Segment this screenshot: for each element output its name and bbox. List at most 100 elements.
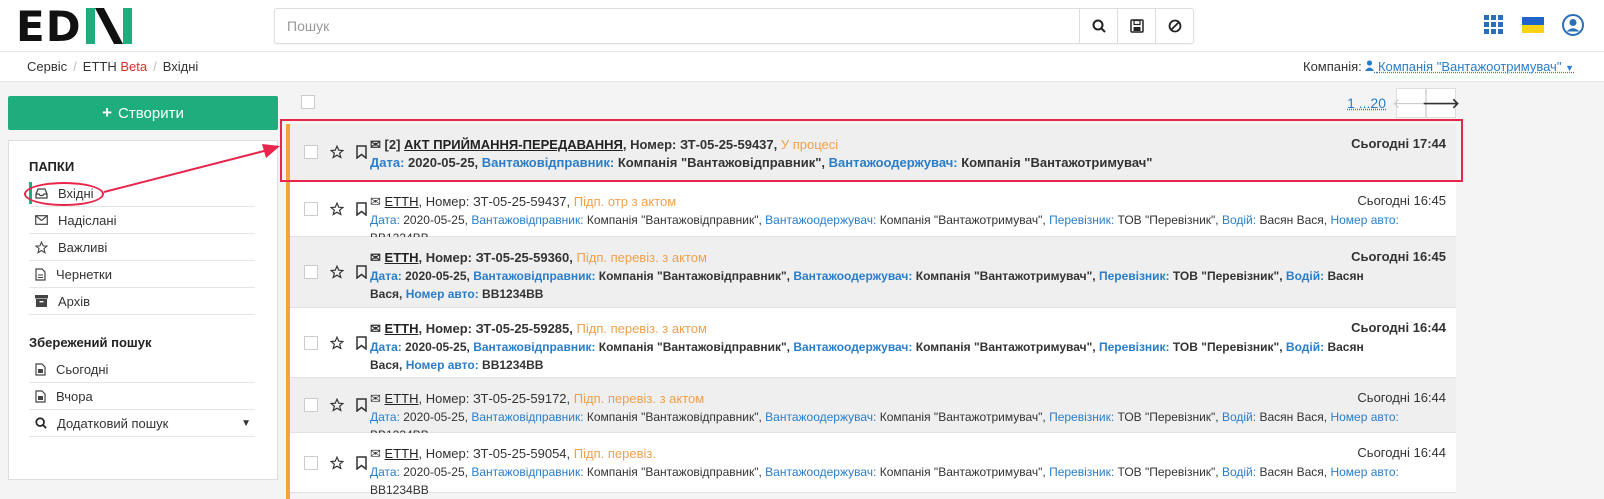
- saved-search-yesterday[interactable]: Вчора: [29, 383, 255, 410]
- envelope-open-icon: ✉: [370, 446, 381, 461]
- breadcrumb: Сервіс / ЕТТН Beta / Вхідні: [27, 59, 198, 74]
- bookmark-icon[interactable]: [356, 398, 367, 412]
- pagination: 1 ...20 🡐 🡒: [1347, 88, 1460, 118]
- sender-value: Компанія "Вантажовідправник",: [586, 410, 762, 424]
- car-label: Номер авто:: [1330, 465, 1399, 479]
- advanced-search[interactable]: Додатковий пошук ▼: [29, 410, 255, 437]
- document-number: ЗТ-05-25-59360,: [475, 250, 573, 265]
- folder-sent[interactable]: Надіслані: [29, 207, 255, 234]
- file-icon: [35, 267, 46, 281]
- inbox-icon: [35, 187, 48, 199]
- driver-value: Васян Вася,: [1259, 465, 1328, 479]
- envelope-icon: ✉: [370, 137, 381, 152]
- car-value: BB1234BB: [482, 287, 544, 301]
- table-row[interactable]: ✉ ЕТТН, Номер: ЗТ-05-25-59054, Підп. пер…: [290, 433, 1456, 497]
- logo[interactable]: ED: [16, 2, 132, 51]
- sender-value: Компанія "Вантажовідправник",: [598, 340, 790, 354]
- document-number: ЗТ-05-25-59437,: [472, 194, 571, 209]
- table-row[interactable]: ✉ ЕТТН, Номер: ЗТ-05-25-59360, Підп. пер…: [290, 237, 1456, 308]
- star-icon[interactable]: [330, 145, 344, 159]
- create-button[interactable]: + Створити: [8, 96, 278, 130]
- row-checkbox[interactable]: [304, 455, 318, 470]
- table-row[interactable]: ✉ ЕТТН, Номер: ЗТ-05-25-59172, Підп. пер…: [290, 378, 1456, 442]
- archive-icon: [35, 295, 48, 307]
- next-page-button[interactable]: 🡒: [1422, 88, 1460, 118]
- clear-search-button[interactable]: [1155, 9, 1193, 43]
- row-checkbox[interactable]: [304, 201, 318, 216]
- document-link[interactable]: АКТ ПРИЙМАННЯ-ПЕРЕДАВАННЯ: [404, 137, 623, 152]
- search-input[interactable]: [275, 9, 1079, 43]
- row-checkbox[interactable]: [304, 145, 318, 159]
- row-checkbox[interactable]: [304, 265, 318, 279]
- saved-search-today[interactable]: Сьогодні: [29, 356, 255, 383]
- row-controls: [304, 378, 367, 432]
- save-search-button[interactable]: [1117, 9, 1155, 43]
- bookmark-icon[interactable]: [356, 201, 367, 216]
- breadcrumb-service[interactable]: Сервіс: [27, 59, 67, 74]
- company-dropdown[interactable]: Компанія "Вантажоотримувач" ▼: [1365, 59, 1574, 74]
- sender-label: Вантажовідправник:: [473, 340, 596, 354]
- row-time: Сьогодні 16:44: [1357, 390, 1446, 405]
- row-checkbox[interactable]: [304, 398, 318, 412]
- document-link[interactable]: ЕТТН: [385, 250, 419, 265]
- folder-important[interactable]: Важливі: [29, 234, 255, 261]
- carrier-value: ТОВ "Перевізник",: [1117, 465, 1219, 479]
- search-button[interactable]: [1079, 9, 1117, 43]
- document-number: ЗТ-05-25-59054,: [472, 446, 571, 461]
- create-label: Створити: [118, 104, 184, 122]
- caret-down-icon[interactable]: ▼: [241, 418, 251, 429]
- star-icon[interactable]: [330, 201, 344, 216]
- envelope-icon: [35, 215, 48, 225]
- car-label: Номер авто:: [1330, 410, 1399, 424]
- star-icon[interactable]: [330, 335, 344, 350]
- document-link[interactable]: ЕТТН: [385, 446, 419, 461]
- receiver-value: Компанія "Вантажотримувач",: [915, 269, 1096, 283]
- folder-drafts[interactable]: Чернетки: [29, 261, 255, 288]
- breadcrumb-ettn[interactable]: ЕТТН Beta: [83, 59, 147, 74]
- table-row[interactable]: ✉ ЕТТН, Номер: ЗТ-05-25-59437, Підп. отр…: [290, 181, 1456, 245]
- company-name: Компанія "Вантажоотримувач": [1377, 59, 1562, 74]
- document-link[interactable]: ЕТТН: [385, 194, 419, 209]
- sender-value: Компанія "Вантажовідправник",: [586, 213, 762, 227]
- file-calendar-icon: [35, 362, 46, 376]
- row-content: ✉ ЕТТН, Номер: ЗТ-05-25-59054, Підп. пер…: [370, 445, 1446, 499]
- user-icon: [1365, 60, 1375, 71]
- sender-label: Вантажовідправник:: [471, 465, 584, 479]
- folder-archive[interactable]: Архів: [29, 288, 255, 315]
- ukraine-flag-icon[interactable]: [1522, 17, 1544, 33]
- folder-label: Архів: [58, 293, 91, 309]
- carrier-value: ТОВ "Перевізник",: [1172, 269, 1283, 283]
- number-label: , Номер:: [622, 137, 677, 152]
- floppy-disk-icon: [1129, 19, 1144, 33]
- breadcrumb-separator: /: [73, 59, 77, 74]
- company-label: Компанія:: [1303, 59, 1362, 74]
- date-value: 2020-05-25,: [405, 269, 470, 283]
- top-right-icons: [1484, 14, 1584, 36]
- star-icon[interactable]: [330, 455, 344, 470]
- document-link[interactable]: ЕТТН: [385, 391, 419, 406]
- receiver-value: Компанія "Вантажотримувач": [961, 155, 1153, 170]
- receiver-label: Вантажоодержувач:: [793, 340, 913, 354]
- arrow-right-icon: 🡒: [1422, 94, 1460, 111]
- date-value: 2020-05-25,: [405, 340, 470, 354]
- date-label: Дата:: [370, 213, 400, 227]
- table-row[interactable]: ✉ [2] АКТ ПРИЙМАННЯ-ПЕРЕДАВАННЯ, Номер: …: [290, 124, 1456, 181]
- star-icon[interactable]: [330, 398, 344, 412]
- bookmark-icon[interactable]: [356, 145, 367, 159]
- table-row[interactable]: ✉ ЕТТН, Номер: ЗТ-05-25-59285, Підп. пер…: [290, 308, 1456, 378]
- row-checkbox[interactable]: [304, 335, 318, 350]
- apps-grid-icon[interactable]: [1484, 15, 1504, 35]
- folder-inbox[interactable]: Вхідні: [29, 180, 255, 207]
- envelope-open-icon: ✉: [370, 194, 381, 209]
- bookmark-icon[interactable]: [356, 455, 367, 470]
- bookmark-icon[interactable]: [356, 265, 367, 279]
- user-account-icon[interactable]: [1562, 14, 1584, 36]
- carrier-label: Перевізник:: [1049, 213, 1115, 227]
- select-all-checkbox[interactable]: [301, 95, 315, 109]
- document-link[interactable]: ЕТТН: [385, 321, 419, 336]
- sender-label: Вантажовідправник:: [471, 213, 584, 227]
- page-range[interactable]: 1 ...20: [1347, 95, 1386, 111]
- bookmark-icon[interactable]: [356, 335, 367, 350]
- sender-value: Компанія "Вантажовідправник",: [586, 465, 762, 479]
- star-icon[interactable]: [330, 265, 344, 279]
